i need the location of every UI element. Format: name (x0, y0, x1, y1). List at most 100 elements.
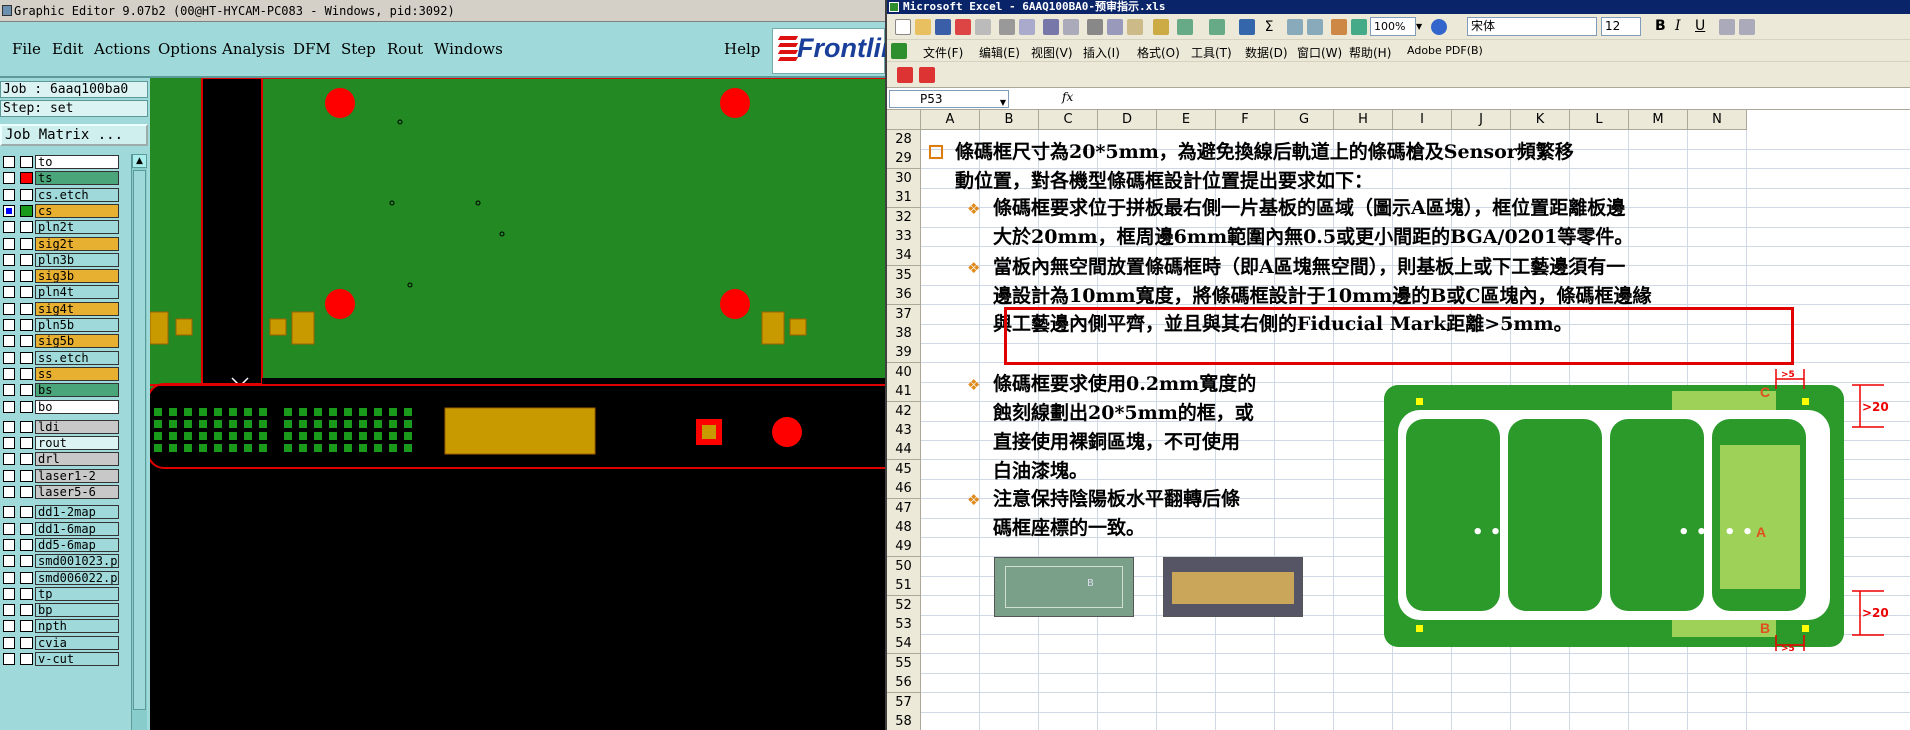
layer-name[interactable]: ss.etch (35, 350, 119, 365)
row-header[interactable]: 40 (887, 362, 921, 383)
layer-color-swatch[interactable] (20, 156, 33, 168)
row-header[interactable]: 30 (887, 168, 921, 189)
ge-graphic-canvas[interactable] (150, 78, 885, 730)
pdf-email-icon[interactable] (919, 67, 935, 83)
layer-color-swatch[interactable] (20, 204, 33, 217)
menu-help[interactable]: Help (724, 40, 760, 58)
layer-row[interactable]: bs (0, 382, 125, 398)
layer-checkbox[interactable] (3, 188, 15, 201)
row-header[interactable]: 41 (887, 382, 921, 403)
pdf-convert-icon[interactable] (897, 67, 913, 83)
layer-name[interactable]: to (35, 155, 119, 169)
font-size-select[interactable]: 12 (1601, 17, 1641, 36)
research-icon[interactable] (1063, 19, 1079, 35)
layer-color-swatch[interactable] (20, 237, 33, 250)
layer-name[interactable]: pln2t (35, 220, 119, 235)
layer-name[interactable]: cs.etch (35, 187, 119, 202)
layer-color-swatch[interactable] (20, 221, 33, 234)
layer-row[interactable]: tp (0, 586, 125, 602)
menu-insert[interactable]: 插入(I) (1083, 44, 1120, 61)
row-header[interactable]: 51 (887, 576, 921, 597)
layer-name[interactable]: dd5-6map (35, 537, 119, 552)
layer-checkbox[interactable] (3, 469, 15, 482)
layer-row[interactable]: ldi (0, 419, 125, 435)
scroll-up-icon[interactable]: ▲ (132, 154, 147, 168)
column-header[interactable]: A (921, 110, 980, 130)
row-header[interactable]: 53 (887, 615, 921, 635)
layer-color-swatch[interactable] (20, 400, 33, 413)
column-header[interactable]: L (1570, 110, 1629, 130)
layer-checkbox[interactable] (3, 437, 15, 450)
menu-window[interactable]: 窗口(W) (1297, 44, 1342, 61)
layer-row[interactable]: rout (0, 435, 125, 451)
layer-row[interactable]: ss (0, 366, 125, 382)
layer-name[interactable]: pln4t (35, 285, 119, 300)
layer-checkbox[interactable] (3, 571, 15, 584)
layer-row[interactable]: sig3b (0, 268, 125, 284)
layer-checkbox[interactable] (3, 453, 15, 466)
zoom-select[interactable]: 100% (1370, 17, 1416, 36)
layer-checkbox[interactable] (3, 156, 15, 168)
spelling-icon[interactable] (1043, 19, 1059, 35)
align-center-icon[interactable] (1739, 19, 1755, 35)
row-header[interactable]: 43 (887, 421, 921, 441)
italic-button[interactable]: I (1675, 18, 1681, 34)
layer-name[interactable]: bp (35, 603, 119, 618)
layer-row[interactable]: ss.etch (0, 350, 125, 366)
select-all-corner[interactable] (887, 110, 921, 130)
layer-row[interactable]: dd1-2map (0, 504, 125, 520)
menu-edit[interactable]: 编辑(E) (979, 44, 1020, 61)
layer-name[interactable]: tp (35, 586, 119, 601)
layer-row[interactable]: npth (0, 618, 125, 634)
layer-row[interactable]: sig4t (0, 301, 125, 317)
column-header[interactable]: C (1039, 110, 1098, 130)
layer-checkbox[interactable] (3, 253, 15, 266)
layer-checkbox[interactable] (3, 587, 15, 600)
column-header[interactable]: E (1157, 110, 1216, 130)
cut-icon[interactable] (1087, 19, 1103, 35)
layer-row[interactable]: pln3b (0, 252, 125, 268)
layer-row[interactable]: dd1-6map (0, 521, 125, 537)
hyperlink-icon[interactable] (1239, 19, 1255, 35)
row-header[interactable]: 45 (887, 459, 921, 480)
layer-name[interactable]: smd001023.pla (35, 554, 119, 569)
layer-name[interactable]: cs (35, 203, 119, 218)
autosum-icon[interactable]: Σ (1261, 19, 1277, 35)
layer-name[interactable]: pln5b (35, 318, 119, 332)
layer-color-swatch[interactable] (20, 420, 33, 433)
column-header[interactable]: D (1098, 110, 1157, 130)
layer-row[interactable]: to (0, 154, 125, 170)
layer-color-swatch[interactable] (20, 469, 33, 482)
menu-options[interactable]: Options (158, 40, 217, 58)
font-select[interactable]: 宋体 (1467, 17, 1597, 36)
layer-color-swatch[interactable] (20, 453, 33, 466)
layer-row[interactable]: sig5b (0, 333, 125, 349)
layer-checkbox[interactable] (3, 538, 15, 551)
menu-file[interactable]: File (12, 40, 41, 58)
help-icon[interactable] (1431, 19, 1447, 35)
layer-color-swatch[interactable] (20, 620, 33, 633)
layer-color-swatch[interactable] (20, 172, 33, 185)
menu-data[interactable]: 数据(D) (1245, 44, 1288, 61)
layer-name[interactable]: bs (35, 383, 119, 398)
row-header[interactable]: 37 (887, 304, 921, 325)
menu-file[interactable]: 文件(F) (923, 44, 963, 61)
layer-checkbox[interactable] (3, 319, 15, 331)
layer-color-swatch[interactable] (20, 253, 33, 266)
layer-name[interactable]: v-cut (35, 652, 119, 666)
layer-row[interactable]: bo (0, 399, 125, 415)
layer-color-swatch[interactable] (20, 437, 33, 450)
permission-icon[interactable] (955, 19, 971, 35)
layer-name[interactable]: pln3b (35, 252, 119, 267)
drawing-icon[interactable] (1351, 19, 1367, 35)
layer-color-swatch[interactable] (20, 188, 33, 201)
layer-name[interactable]: sig2t (35, 236, 119, 251)
new-icon[interactable] (895, 19, 911, 35)
print-preview-icon[interactable] (1019, 19, 1035, 35)
row-header[interactable]: 50 (887, 556, 921, 577)
layer-checkbox[interactable] (3, 620, 15, 633)
menu-adobe-pdf[interactable]: Adobe PDF(B) (1407, 44, 1483, 57)
layer-name[interactable]: cvia (35, 635, 119, 650)
layer-row[interactable]: smd006022.pla (0, 570, 125, 586)
menu-tools[interactable]: 工具(T) (1191, 44, 1232, 61)
